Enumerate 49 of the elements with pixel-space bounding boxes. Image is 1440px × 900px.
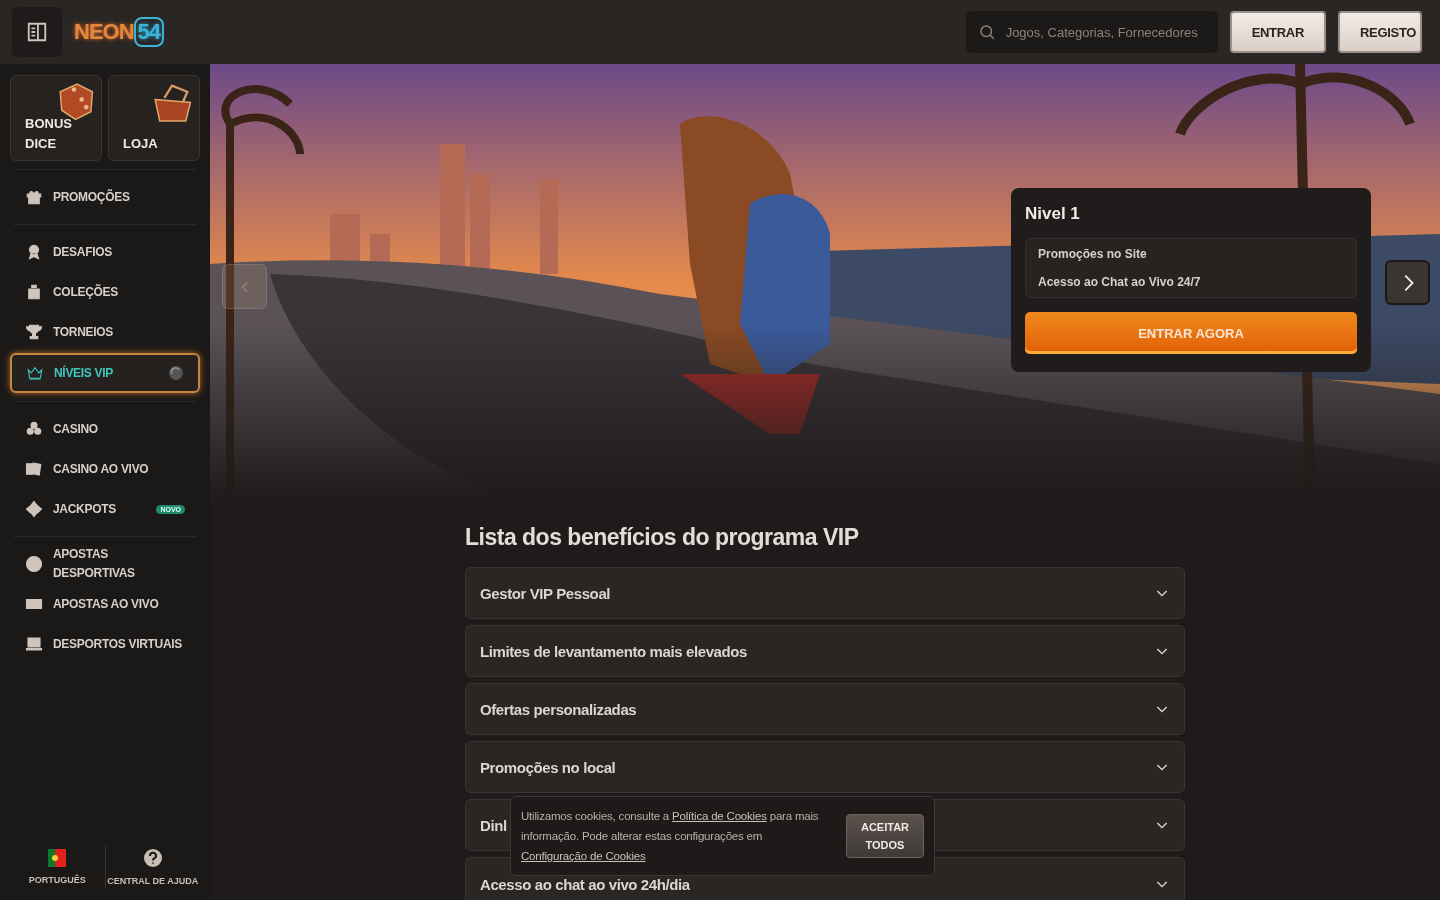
nav-item[interactable]: DESAFIOS <box>10 233 200 271</box>
nav-item[interactable]: CASINO <box>10 410 200 448</box>
coin-icon <box>168 365 184 381</box>
nav-item[interactable]: PROMOÇÕES <box>10 178 200 216</box>
nav-icon <box>25 420 43 438</box>
accept-all-button[interactable]: ACEITAR TODOS <box>846 814 924 858</box>
login-button[interactable]: ENTRAR <box>1229 11 1326 53</box>
next-button[interactable] <box>1385 260 1430 305</box>
menu-button[interactable] <box>12 7 62 57</box>
benefit-list: Promoções no Site Acesso ao Chat ao Vivo 24/7 <box>1025 238 1357 298</box>
help-icon <box>142 848 163 868</box>
cookie-policy-link[interactable]: Política de Cookies <box>672 810 767 822</box>
promo-tile[interactable]: LOJA <box>108 75 200 161</box>
nav-icon <box>25 460 43 478</box>
register-button[interactable]: REGISTO <box>1338 11 1422 53</box>
search-input[interactable]: Jogos, Categorias, Fornecedores <box>1003 23 1206 41</box>
accordion-item[interactable]: Ofertas personalizadas <box>465 683 1185 735</box>
language-selector[interactable]: PORTUGUÊS <box>10 849 105 885</box>
tile-label: BONUS DICE <box>25 115 72 153</box>
nav-icon <box>25 500 43 518</box>
accordion-item[interactable]: Gestor VIP Pessoal <box>465 567 1185 619</box>
nav-icon <box>26 364 44 382</box>
nav-icon <box>25 283 43 301</box>
nav-icon <box>25 635 43 653</box>
accordion-item[interactable]: Limites de levantamento mais elevados <box>465 625 1185 677</box>
previous-button[interactable] <box>222 264 267 309</box>
nav-item[interactable]: APOSTAS DESPORTIVAS <box>10 545 200 583</box>
search-icon <box>977 23 996 41</box>
tile-label: LOJA <box>123 135 158 153</box>
nav-item[interactable]: APOSTAS AO VIVO <box>10 585 200 623</box>
logo-word: NEON <box>74 19 134 45</box>
logo[interactable]: NEON 54 <box>74 17 165 47</box>
nav-icon <box>25 323 43 341</box>
promo-tile[interactable]: BONUS DICE <box>10 75 102 161</box>
level-title: Nivel 1 <box>1025 204 1081 224</box>
nav-item[interactable]: COLEÇÕES <box>10 273 200 311</box>
nav-item[interactable]: DESPORTOS VIRTUAIS <box>10 625 200 663</box>
nav-item[interactable]: TORNEIOS <box>10 313 200 351</box>
nav-item[interactable]: NÍVEIS VIP <box>10 353 200 393</box>
search-field[interactable]: Jogos, Categorias, Fornecedores <box>965 11 1218 53</box>
flag-icon <box>48 849 67 867</box>
logo-number: 54 <box>133 17 165 47</box>
help-center-link[interactable]: CENTRAL DE AJUDA <box>105 848 200 886</box>
nav-item[interactable]: CASINO AO VIVO <box>10 450 200 488</box>
nav-icon <box>25 188 43 206</box>
section-title: Lista dos benefícios do programa VIP <box>465 524 860 551</box>
menu-icon <box>26 21 48 43</box>
accordion-item[interactable]: Promoções no local <box>465 741 1185 793</box>
nav-icon <box>25 555 43 573</box>
